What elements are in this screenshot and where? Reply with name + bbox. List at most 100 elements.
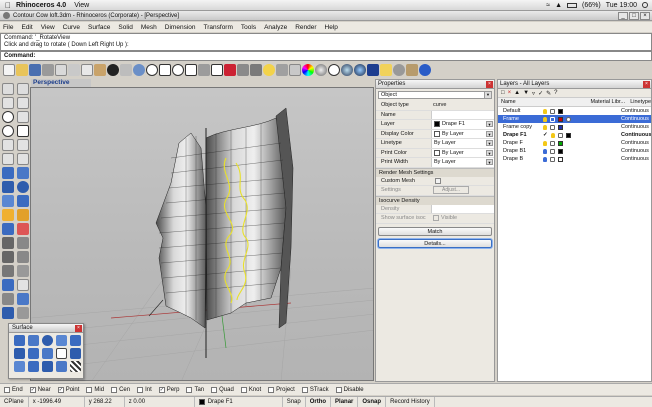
history-icon[interactable] bbox=[17, 307, 29, 319]
chevron-down-icon[interactable]: ▼ bbox=[486, 121, 493, 127]
bulb-icon[interactable] bbox=[543, 140, 547, 146]
dimension-icon[interactable] bbox=[2, 279, 14, 291]
ellipse-icon[interactable] bbox=[2, 125, 14, 137]
osnap-int[interactable]: Int bbox=[137, 386, 152, 393]
menu-transform[interactable]: Transform bbox=[204, 24, 233, 31]
apple-icon[interactable]:  bbox=[0, 1, 16, 10]
visible-checkbox[interactable] bbox=[433, 215, 439, 222]
properties-icon[interactable] bbox=[55, 64, 67, 76]
pan-icon[interactable] bbox=[120, 64, 132, 76]
tools-icon[interactable] bbox=[406, 64, 418, 76]
rotate-icon[interactable] bbox=[2, 265, 14, 277]
menu-render[interactable]: Render bbox=[295, 24, 316, 31]
checkbox[interactable] bbox=[268, 386, 275, 393]
close-icon[interactable]: × bbox=[75, 325, 82, 332]
copy-icon[interactable] bbox=[81, 64, 93, 76]
polyline-icon[interactable] bbox=[2, 97, 14, 109]
surface-extrude-icon[interactable] bbox=[56, 335, 67, 346]
custom-mesh-checkbox[interactable] bbox=[435, 177, 441, 184]
osnap-end[interactable]: End bbox=[4, 386, 23, 393]
chevron-down-icon[interactable]: ▼ bbox=[486, 130, 493, 137]
bulb-icon[interactable] bbox=[263, 64, 275, 76]
chevron-down-icon[interactable]: ▼ bbox=[486, 149, 493, 156]
col-material[interactable]: Material Libr... bbox=[590, 99, 630, 105]
zoom-window-icon[interactable] bbox=[159, 64, 171, 76]
layer-color-swatch[interactable] bbox=[558, 108, 563, 114]
render-icon[interactable] bbox=[341, 64, 353, 76]
density-field[interactable] bbox=[431, 204, 494, 213]
surface-network-icon[interactable] bbox=[56, 348, 67, 359]
linetype-select[interactable]: By Layer ▼ bbox=[431, 139, 494, 148]
status-ortho-toggle[interactable]: Ortho bbox=[306, 397, 332, 407]
status-current-layer[interactable]: Drape F1 bbox=[195, 397, 283, 407]
print-color-select[interactable]: By Layer ▼ bbox=[431, 148, 494, 157]
text-icon[interactable] bbox=[17, 279, 29, 291]
menu-mesh[interactable]: Mesh bbox=[141, 24, 157, 31]
layer-color-swatch[interactable] bbox=[558, 124, 563, 130]
lights-icon[interactable] bbox=[380, 64, 392, 76]
cut-icon[interactable] bbox=[68, 64, 80, 76]
copy-object-icon[interactable] bbox=[17, 251, 29, 263]
menu-view[interactable]: View bbox=[41, 24, 55, 31]
select-arrow-icon[interactable] bbox=[2, 83, 14, 95]
menu-solid[interactable]: Solid bbox=[118, 24, 132, 31]
menu-tools[interactable]: Tools bbox=[241, 24, 256, 31]
point-icon[interactable] bbox=[17, 83, 29, 95]
checkbox[interactable] bbox=[211, 386, 218, 393]
chevron-down-icon[interactable]: ▼ bbox=[486, 159, 493, 165]
sphere-icon[interactable] bbox=[17, 181, 29, 193]
four-view-icon[interactable] bbox=[211, 64, 223, 76]
checkbox[interactable] bbox=[301, 386, 308, 393]
maximize-button[interactable]: □ bbox=[629, 11, 639, 20]
unlock-icon[interactable] bbox=[550, 156, 555, 162]
move-up-icon[interactable]: ▲ bbox=[514, 90, 520, 96]
surface-palette-titlebar[interactable]: Surface × bbox=[9, 324, 83, 333]
filter-icon[interactable]: ▿ bbox=[532, 90, 535, 97]
shaded-icon[interactable] bbox=[315, 64, 327, 76]
mac-menu-view[interactable]: View bbox=[74, 2, 89, 9]
surface-from-points-icon[interactable] bbox=[14, 335, 25, 346]
rectangle-icon[interactable] bbox=[17, 125, 29, 137]
new-layer-icon[interactable]: □ bbox=[501, 90, 505, 96]
status-snap-toggle[interactable]: Snap bbox=[283, 397, 306, 407]
layer-row[interactable]: Drape B Continuous bbox=[498, 155, 651, 163]
layer-row-current[interactable]: Drape F1 ✓ Continuous bbox=[498, 131, 651, 139]
surface-revolve-icon[interactable] bbox=[14, 348, 25, 359]
surface-planar-icon[interactable] bbox=[42, 335, 53, 346]
print-icon[interactable] bbox=[42, 64, 54, 76]
menu-file[interactable]: File bbox=[3, 24, 13, 31]
layer-color-swatch[interactable] bbox=[558, 148, 563, 154]
bulb-icon[interactable] bbox=[550, 132, 555, 138]
surface-fillet-icon[interactable] bbox=[28, 361, 39, 372]
color-wheel-icon[interactable] bbox=[302, 64, 314, 76]
menu-help[interactable]: Help bbox=[325, 24, 338, 31]
arc-icon[interactable] bbox=[17, 111, 29, 123]
layer-linetype[interactable]: Continuous bbox=[621, 148, 651, 154]
osnap-project[interactable]: Project bbox=[268, 386, 295, 393]
checkbox[interactable] bbox=[186, 386, 193, 393]
checkbox[interactable] bbox=[137, 386, 144, 393]
layer-tools-icon[interactable]: ✎ bbox=[546, 90, 551, 97]
zoom-icon[interactable] bbox=[146, 64, 158, 76]
osnap-cen[interactable]: Cen bbox=[111, 386, 130, 393]
surface-offset-icon[interactable] bbox=[42, 361, 53, 372]
osnap-mid[interactable]: Mid bbox=[86, 386, 104, 393]
menu-curve[interactable]: Curve bbox=[63, 24, 80, 31]
polygon-icon[interactable] bbox=[2, 139, 14, 151]
cow-lofted-surface[interactable] bbox=[148, 107, 294, 358]
app-menu-name[interactable]: Rhinoceros 4.0 bbox=[16, 2, 66, 9]
split-icon[interactable] bbox=[17, 209, 29, 221]
explode-icon[interactable] bbox=[17, 223, 29, 235]
group-icon[interactable] bbox=[2, 237, 14, 249]
status-record-history-toggle[interactable]: Record History bbox=[386, 397, 435, 407]
spotlight-icon[interactable] bbox=[642, 2, 648, 8]
chevron-down-icon[interactable]: ▼ bbox=[484, 92, 491, 98]
wireframe-icon[interactable] bbox=[328, 64, 340, 76]
layer-row[interactable]: Drape B1 Continuous bbox=[498, 147, 651, 155]
close-button[interactable]: × bbox=[640, 11, 650, 20]
cplane-icon[interactable] bbox=[224, 64, 236, 76]
delete-layer-icon[interactable]: × bbox=[508, 90, 512, 96]
layer-select[interactable]: Drape F1 ▼ bbox=[431, 120, 494, 129]
command-line[interactable]: Command: bbox=[0, 51, 652, 61]
bulb-icon[interactable] bbox=[543, 148, 547, 154]
